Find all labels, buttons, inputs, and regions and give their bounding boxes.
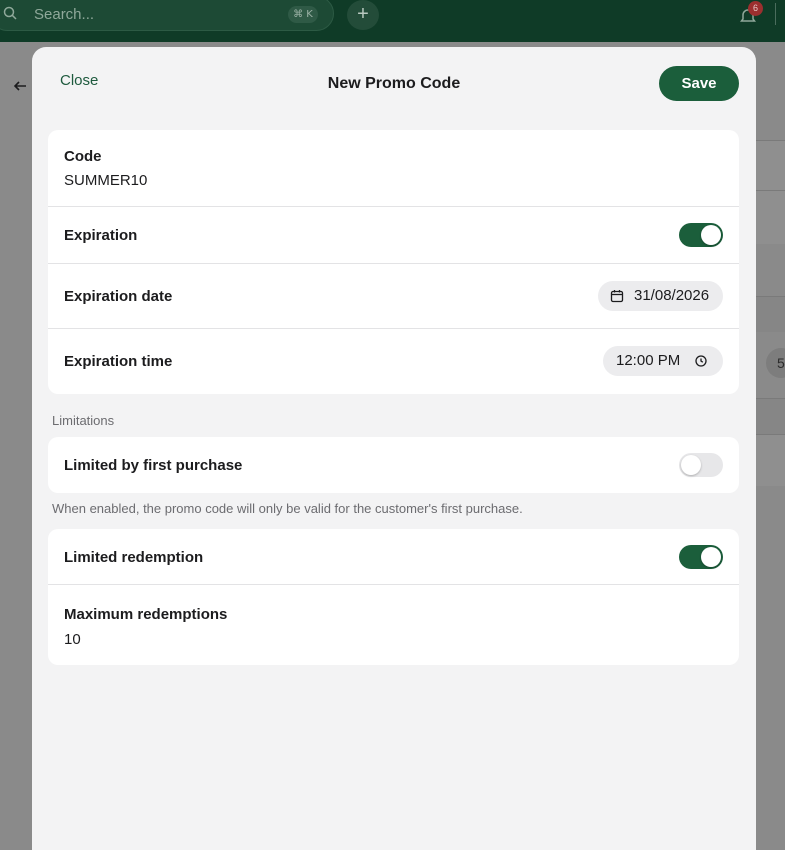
- first-purchase-card: Limited by first purchase: [48, 437, 739, 493]
- search-placeholder: Search...: [34, 6, 95, 23]
- expiration-date-row: Expiration date 31/08/2026: [48, 264, 739, 329]
- expiration-row: Expiration: [48, 207, 739, 264]
- limitations-heading: Limitations: [52, 413, 115, 428]
- top-bar: Search... ⌘ K + 6: [0, 0, 785, 42]
- expiration-date-label: Expiration date: [64, 288, 173, 305]
- expiration-date-value: 31/08/2026: [634, 287, 710, 304]
- divider: [775, 3, 776, 25]
- modal-title: New Promo Code: [327, 75, 461, 92]
- limited-redemption-row: Limited redemption: [48, 529, 739, 585]
- expiration-toggle[interactable]: [679, 223, 723, 247]
- first-purchase-helper: When enabled, the promo code will only b…: [52, 501, 523, 516]
- background-chip: 5: [766, 348, 785, 378]
- expiration-time-value: 12:00 PM: [616, 352, 681, 369]
- limited-redemption-label: Limited redemption: [64, 549, 204, 566]
- background-row: [756, 296, 785, 332]
- background-row: [756, 398, 785, 434]
- background-row: [756, 190, 785, 244]
- promo-details-card: Code SUMMER10 Expiration Expiration date…: [48, 130, 739, 394]
- expiration-label: Expiration: [64, 227, 138, 244]
- first-purchase-label: Limited by first purchase: [64, 457, 243, 474]
- background-row: [756, 434, 785, 486]
- expiration-time-picker[interactable]: 12:00 PM: [603, 346, 723, 376]
- max-redemptions-input[interactable]: 10: [64, 631, 81, 648]
- max-redemptions-row[interactable]: Maximum redemptions 10: [48, 585, 739, 665]
- limited-redemption-toggle[interactable]: [679, 545, 723, 569]
- first-purchase-toggle[interactable]: [679, 453, 723, 477]
- toggle-knob: [701, 225, 721, 245]
- background-row: [756, 140, 785, 190]
- notification-badge: 6: [748, 1, 763, 16]
- first-purchase-row: Limited by first purchase: [48, 437, 739, 493]
- add-button[interactable]: +: [347, 0, 379, 30]
- shortcut-hint: ⌘ K: [288, 6, 318, 23]
- promo-code-modal: Close New Promo Code Save Code SUMMER10 …: [32, 47, 756, 850]
- code-input[interactable]: SUMMER10: [64, 172, 147, 189]
- save-button[interactable]: Save: [659, 66, 739, 101]
- expiration-time-label: Expiration time: [64, 353, 173, 370]
- clock-icon: [695, 355, 707, 367]
- expiration-date-picker[interactable]: 31/08/2026: [598, 281, 723, 311]
- redemption-card: Limited redemption Maximum redemptions 1…: [48, 529, 739, 665]
- search-icon: [3, 6, 17, 20]
- calendar-icon: [610, 290, 624, 303]
- back-arrow-icon[interactable]: [12, 78, 28, 94]
- expiration-time-row: Expiration time 12:00 PM: [48, 329, 739, 394]
- search-box[interactable]: Search... ⌘ K: [0, 0, 334, 31]
- code-row[interactable]: Code SUMMER10: [48, 130, 739, 207]
- code-label: Code: [64, 148, 102, 165]
- max-redemptions-label: Maximum redemptions: [64, 606, 228, 623]
- toggle-knob: [701, 547, 721, 567]
- toggle-knob: [681, 455, 701, 475]
